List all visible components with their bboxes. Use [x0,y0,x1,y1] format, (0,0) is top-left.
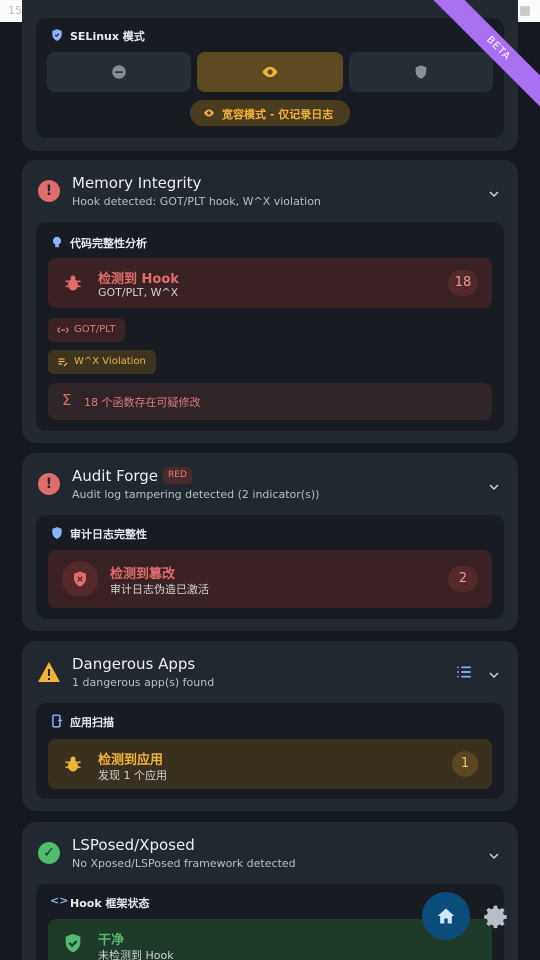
mode-badge-label: 宽容模式 - 仅记录日志 [222,108,334,121]
code-integrity-title: 代码完整性分析 [70,237,147,250]
app-scan-title: 应用扫描 [70,716,114,729]
hook-framework-title: Hook 框架状态 [70,897,150,910]
shield-icon [52,527,62,539]
lsposed-subtitle: No Xposed/LSPosed framework detected [72,857,296,870]
battery-icon [520,6,530,16]
brain-icon [52,236,62,248]
eye-icon [204,109,214,117]
chevron-down-icon[interactable] [488,847,500,860]
hook-alert: 检测到 Hook GOT/PLT, W^X 18 [48,258,492,308]
shield-x-icon [74,571,86,587]
apps-subtitle: 1 dangerous app(s) found [72,676,215,689]
apps-title: Dangerous Apps [72,655,196,673]
mode-enforcing-button[interactable] [47,52,191,92]
bug-icon [62,272,84,294]
bug-icon [62,753,84,775]
audit-integrity-title: 审计日志完整性 [70,528,147,541]
check-circle-icon: ✓ [38,842,60,864]
app-alert: 检测到应用 发现 1 个应用 1 [48,739,492,789]
list-edit-icon [58,358,68,367]
mode-badge: 宽容模式 - 仅记录日志 [190,100,350,126]
audit-title: Audit Forge [72,467,159,485]
chevron-down-icon[interactable] [488,666,500,679]
sigma-icon: Σ [62,391,72,409]
tamper-alert: 检测到篡改 审计日志伪造已激活 2 [48,550,492,608]
selinux-card: SELinux 模式 宽容模式 - 仅记录日志 [22,0,518,151]
app-count-badge: 1 [452,751,478,777]
error-icon: ! [38,180,60,202]
home-button[interactable] [422,892,470,940]
hook-alert-title: 检测到 Hook [98,272,179,287]
audit-integrity-panel: 审计日志完整性 检测到篡改 审计日志伪造已激活 2 [36,515,504,619]
summary-text: 18 个函数存在可疑修改 [84,396,201,409]
chevron-down-icon[interactable] [488,185,500,198]
eye-icon [262,66,278,78]
app-scan-panel: 应用扫描 检测到应用 发现 1 个应用 1 [36,703,504,799]
shield-icon [52,29,62,41]
hook-alert-subtitle: GOT/PLT, W^X [98,286,179,299]
hook-count-badge: 18 [448,270,478,296]
app-alert-title: 检测到应用 [98,753,164,768]
warning-icon [38,662,60,682]
gear-icon[interactable] [484,904,510,930]
clean-alert-subtitle: 未检测到 Hook [98,949,174,960]
dangerous-apps-card: Dangerous Apps 1 dangerous app(s) found … [22,641,518,811]
audit-subtitle: Audit log tampering detected (2 indicato… [72,488,320,501]
selinux-panel: SELinux 模式 宽容模式 - 仅记录日志 [36,18,504,138]
mode-permissive-button[interactable] [197,52,343,92]
red-badge: RED [163,467,192,484]
tamper-alert-title: 检测到篡改 [110,567,176,582]
selinux-title: SELinux 模式 [70,30,145,43]
tamper-icon-circle [62,561,98,597]
got-plt-label: GOT/PLT [74,324,116,335]
code-integrity-panel: 代码完整性分析 检测到 Hook GOT/PLT, W^X 18 GOT/PLT… [36,222,504,431]
chevron-down-icon[interactable] [488,478,500,491]
got-plt-chip: GOT/PLT [48,318,126,342]
tamper-count-badge: 2 [448,566,478,592]
app-alert-subtitle: 发现 1 个应用 [98,769,167,782]
wx-violation-chip: W^X Violation [48,350,156,374]
memory-title: Memory Integrity [72,174,202,192]
clean-alert-title: 干净 [98,933,125,948]
memory-subtitle: Hook detected: GOT/PLT hook, W^X violati… [72,195,321,208]
shield-check-icon [65,933,81,953]
audit-forge-card: ! Audit Forge RED Audit log tampering de… [22,453,518,631]
summary-row: Σ 18 个函数存在可疑修改 [48,383,492,420]
mode-disabled-button[interactable] [349,52,493,92]
link-icon [57,327,69,333]
code-icon: <> [50,894,69,907]
home-icon [437,908,455,924]
app-scan-icon [52,714,63,728]
list-icon[interactable] [456,665,472,679]
tamper-alert-subtitle: 审计日志伪造已激活 [110,583,209,596]
lsposed-title: LSPosed/Xposed [72,836,195,854]
wx-violation-label: W^X Violation [74,356,146,367]
shield-icon [415,65,427,79]
error-icon: ! [38,473,60,495]
minus-circle-icon [112,65,126,79]
memory-integrity-card: ! Memory Integrity Hook detected: GOT/PL… [22,160,518,443]
